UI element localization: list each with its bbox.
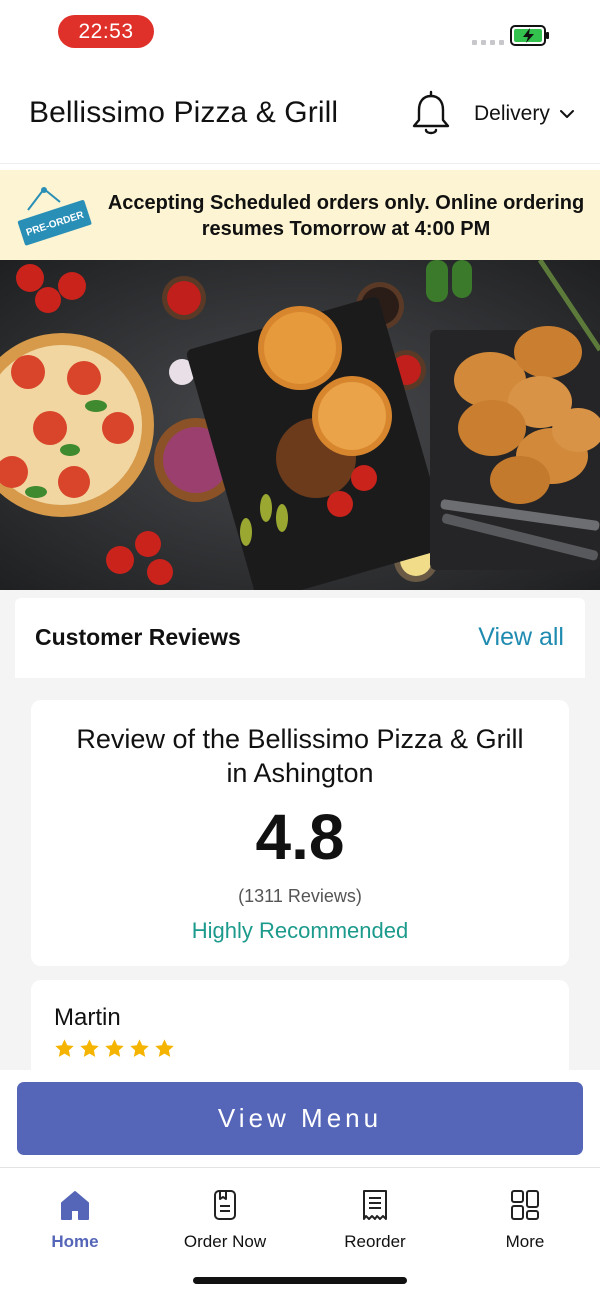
nav-item-reorder[interactable]: Reorder: [300, 1188, 450, 1252]
star-icon: [105, 1039, 124, 1057]
recommendation-label: Highly Recommended: [191, 918, 409, 943]
status-bar: 22:53: [0, 0, 600, 64]
average-rating: 4.8: [255, 801, 345, 873]
star-icon: [130, 1039, 149, 1057]
banner-message-line1: Accepting Scheduled orders only. Online …: [107, 192, 585, 214]
review-item[interactable]: Martin: [31, 980, 569, 1080]
nav-item-order-now[interactable]: Order Now: [150, 1188, 300, 1252]
nav-label-order-now: Order Now: [183, 1232, 267, 1251]
home-indicator: [193, 1277, 407, 1284]
star-icon: [80, 1039, 99, 1057]
star-rating: [54, 1038, 175, 1059]
banner-message: Accepting Scheduled orders only. Online …: [104, 190, 588, 242]
preorder-sign-icon: PRE-ORDER: [17, 187, 92, 246]
receipt-icon: [363, 1190, 387, 1220]
star-icon: [55, 1039, 74, 1057]
preorder-banner: PRE-ORDER Accepting Scheduled orders onl…: [0, 170, 600, 260]
restaurant-name: Bellissimo Pizza & Grill: [29, 96, 339, 129]
nav-item-more[interactable]: More: [450, 1188, 600, 1252]
star-icon: [155, 1039, 174, 1057]
review-summary-title-line2: in Ashington: [226, 758, 374, 788]
review-count: (1311 Reviews): [238, 886, 362, 906]
notification-bell-icon[interactable]: [410, 90, 452, 138]
reviewer-name: Martin: [54, 1004, 121, 1031]
nav-label-home: Home: [51, 1232, 99, 1251]
nav-label-more: More: [505, 1232, 545, 1251]
grid-icon: [511, 1190, 539, 1220]
view-menu-button[interactable]: View Menu: [17, 1082, 583, 1155]
nav-item-home[interactable]: Home: [0, 1188, 150, 1252]
battery-charging-icon: [510, 25, 549, 46]
view-all-reviews-link[interactable]: View all: [478, 623, 564, 652]
view-menu-bar: View Menu: [0, 1070, 600, 1167]
review-summary-title: Review of the Bellissimo Pizza & Grill i…: [51, 722, 549, 790]
review-summary-title-line1: Review of the Bellissimo Pizza & Grill: [76, 724, 524, 754]
delivery-mode-dropdown[interactable]: Delivery: [474, 102, 574, 126]
nav-label-reorder: Reorder: [344, 1232, 406, 1251]
home-icon: [61, 1191, 89, 1220]
reviews-section-title: Customer Reviews: [35, 624, 241, 650]
reviews-header: Customer Reviews View all: [15, 598, 585, 678]
status-time: 22:53: [58, 15, 154, 48]
delivery-mode-label: Delivery: [474, 102, 550, 125]
banner-message-line2: resumes Tomorrow at 4:00 PM: [201, 218, 491, 240]
chevron-down-icon: [559, 110, 574, 118]
hero-food-image: [0, 260, 600, 590]
signal-icon: [472, 40, 504, 45]
app-header: Bellissimo Pizza & Grill Delivery: [0, 64, 600, 164]
order-now-icon: [214, 1190, 236, 1220]
review-summary-card: Review of the Bellissimo Pizza & Grill i…: [31, 700, 569, 966]
